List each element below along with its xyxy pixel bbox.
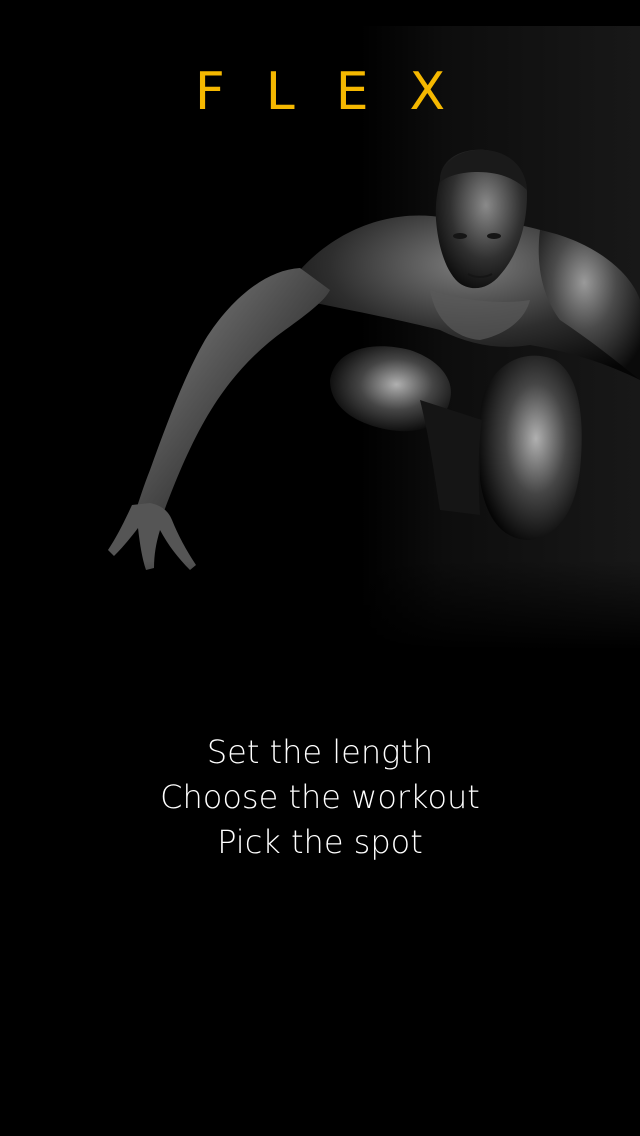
eye-left	[453, 233, 467, 239]
brand-logo: FLEX	[194, 62, 487, 122]
right-knee-shape	[480, 355, 582, 540]
tagline-list: Set the length Choose the workout Pick t…	[0, 730, 640, 865]
hero-fade	[0, 560, 640, 650]
tagline-pick-spot: Pick the spot	[217, 823, 423, 861]
lower-leg-shape	[420, 400, 482, 515]
onboarding-screen: FLEX Set the length Choose the workout P…	[0, 0, 640, 1136]
tagline-choose-workout: Choose the workout	[160, 778, 480, 816]
tagline-set-length: Set the length	[206, 733, 434, 771]
left-arm-shape	[134, 268, 330, 522]
eye-right	[487, 233, 501, 239]
